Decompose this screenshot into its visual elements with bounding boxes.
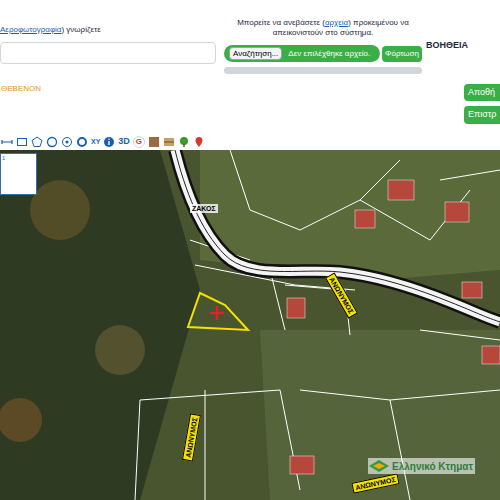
legend-text: 1 <box>1 154 36 162</box>
measure-icon[interactable] <box>1 136 13 148</box>
street-label: ΖΑΚΟΣ <box>190 204 218 213</box>
target-icon[interactable] <box>61 136 73 148</box>
load-button[interactable]: Φόρτωση <box>382 46 422 62</box>
browse-button[interactable]: Αναζήτηση... <box>229 47 282 60</box>
search-input[interactable] <box>0 42 216 64</box>
action-button[interactable]: Αποθή <box>464 84 500 102</box>
action-button[interactable]: Επιστρ <box>464 106 500 124</box>
xy-tool[interactable]: XY <box>91 138 100 145</box>
note: ΘΕΒΕΝΟΝ <box>0 83 218 95</box>
info-icon[interactable] <box>103 136 115 148</box>
map-icon[interactable] <box>163 136 175 148</box>
legend-box: 1 <box>0 153 37 195</box>
aerial-map[interactable] <box>0 150 500 500</box>
cadastre-logo-icon <box>368 458 390 474</box>
file-picker[interactable]: Αναζήτηση... Δεν επιλέχθηκε αρχείο. <box>224 45 380 62</box>
pin-icon[interactable] <box>193 136 205 148</box>
rectangle-icon[interactable] <box>16 136 28 148</box>
progress-bar <box>224 67 422 74</box>
3d-tool[interactable]: 3D <box>118 137 130 146</box>
search-column: Αεροφωτογραφία) γνωρίζετε ΘΕΒΕΝΟΝ <box>0 0 218 133</box>
help-link[interactable]: ΒΟΗΘΕΙΑ <box>426 39 500 53</box>
file-status: Δεν επιλέχθηκε αρχείο. <box>288 48 370 60</box>
logo: Ελληνικό Κτηματ <box>368 458 475 474</box>
logo-text: Ελληνικό Κτηματ <box>392 459 473 474</box>
layers-icon[interactable] <box>148 136 160 148</box>
header: Αεροφωτογραφία) γνωρίζετε ΘΕΒΕΝΟΝ Μπορείτε… <box>0 0 500 133</box>
aerial-link[interactable]: Αεροφωτογραφία <box>0 25 61 34</box>
upload-text: Μπορείτε να ανεβάσετε (αρχεία) προκειμέν… <box>224 18 422 38</box>
parcel-marker-icon <box>210 306 224 320</box>
files-link[interactable]: αρχεία <box>325 18 348 27</box>
map[interactable]: 1ΖΑΚΟΣΑΝΩΝΥΜΟΣΑΝΩΝΥΜΟΣΑΝΩΝΥΜΟΣΕλληνικό Κ… <box>0 150 500 500</box>
selected-parcel[interactable] <box>188 293 248 330</box>
locate-icon[interactable] <box>76 136 88 148</box>
circle-icon[interactable] <box>46 136 58 148</box>
google-tool[interactable]: G <box>133 136 145 148</box>
upload-column: Μπορείτε να ανεβάσετε (αρχεία) προκειμέν… <box>218 0 422 133</box>
app: Αεροφωτογραφία) γνωρίζετε ΘΕΒΕΝΟΝ Μπορείτε… <box>0 0 500 500</box>
toolbar: XY 3DG <box>0 133 500 150</box>
polygon-icon[interactable] <box>31 136 43 148</box>
tree-icon[interactable] <box>178 136 190 148</box>
search-hint: Αεροφωτογραφία) γνωρίζετε <box>0 24 218 36</box>
upload-row: Αναζήτηση... Δεν επιλέχθηκε αρχείο. Φόρτωσ… <box>224 45 422 62</box>
action-buttons: Αποθή Επιστρ <box>426 84 500 124</box>
right-column: ΒΟΗΘΕΙΑ Αποθή Επιστρ <box>422 0 500 133</box>
